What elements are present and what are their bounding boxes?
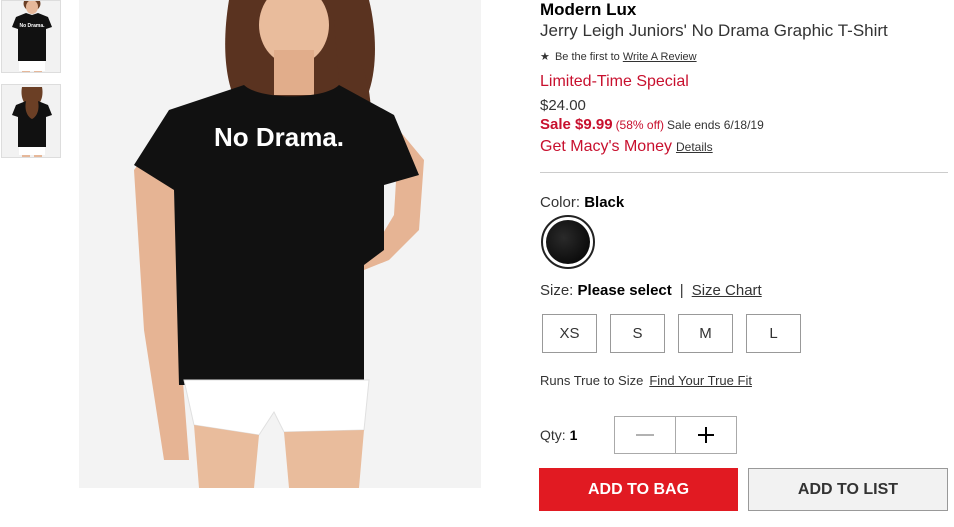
fit-row: Runs True to Size Find Your True Fit — [540, 373, 752, 388]
review-row: ★ Be the first to Write A Review — [540, 50, 948, 64]
sale-price: Sale $9.99 — [540, 116, 613, 133]
add-to-list-button[interactable]: ADD TO LIST — [748, 468, 948, 511]
front-view-thumbnail-icon: No Drama. — [2, 1, 60, 72]
true-fit-link[interactable]: Find Your True Fit — [649, 373, 752, 388]
size-option-xs[interactable]: XS — [542, 314, 597, 353]
increase-qty-button[interactable] — [675, 417, 736, 453]
star-icon: ★ — [540, 51, 550, 63]
size-option-m[interactable]: M — [678, 314, 733, 353]
product-info: Modern Lux Jerry Leigh Juniors' No Drama… — [540, 0, 948, 156]
review-prefix: Be the first to — [554, 51, 620, 63]
decrease-qty-button[interactable] — [615, 417, 675, 453]
thumb-shirt-text: No Drama. — [19, 23, 45, 29]
write-review-link[interactable]: Write A Review — [623, 51, 697, 63]
qty-label: Qty: — [540, 427, 566, 443]
quantity-stepper — [614, 416, 737, 454]
product-title: Jerry Leigh Juniors' No Drama Graphic T-… — [540, 21, 888, 40]
main-product-image[interactable]: No Drama. — [79, 0, 481, 488]
size-separator: | — [679, 282, 684, 299]
thumbnail-back[interactable] — [1, 84, 61, 158]
qty-value: 1 — [569, 427, 578, 443]
size-row: Size: Please select | Size Chart — [540, 282, 762, 299]
size-label: Size: — [540, 282, 574, 299]
sale-percent: (58% off) — [615, 118, 665, 132]
minus-icon — [636, 434, 654, 436]
sale-ends: Sale ends 6/18/19 — [667, 118, 764, 132]
model-wearing-shirt-photo-icon: No Drama. — [79, 0, 481, 488]
add-to-bag-button[interactable]: ADD TO BAG — [539, 468, 738, 511]
shirt-graphic-text: No Drama. — [214, 122, 344, 152]
macys-money-row: Get Macy's Money Details — [540, 138, 948, 156]
qty-row: Qty: 1 — [540, 427, 577, 443]
size-selected: Please select — [577, 282, 672, 299]
fit-label: Runs True to Size — [540, 373, 644, 388]
size-chart-link[interactable]: Size Chart — [692, 282, 762, 299]
back-view-thumbnail-icon — [2, 85, 60, 157]
size-option-s[interactable]: S — [610, 314, 665, 353]
promo-label: Limited-Time Special — [540, 73, 689, 90]
size-options: XS S M L — [542, 314, 801, 353]
plus-icon — [698, 427, 714, 443]
brand-name[interactable]: Modern Lux — [540, 0, 948, 19]
color-swatch-black[interactable] — [541, 215, 595, 269]
thumbnail-front[interactable]: No Drama. — [1, 0, 61, 73]
color-row: Color: Black — [540, 194, 624, 211]
details-link[interactable]: Details — [676, 140, 713, 154]
original-price: $24.00 — [540, 97, 586, 114]
color-selected: Black — [584, 194, 625, 211]
sale-row: Sale $9.99 (58% off) Sale ends 6/18/19 — [540, 117, 948, 133]
macys-money-label: Get Macy's Money — [540, 138, 672, 155]
color-label: Color: — [540, 194, 581, 211]
swatch-fill — [546, 220, 590, 264]
size-option-l[interactable]: L — [746, 314, 801, 353]
divider — [540, 172, 948, 173]
